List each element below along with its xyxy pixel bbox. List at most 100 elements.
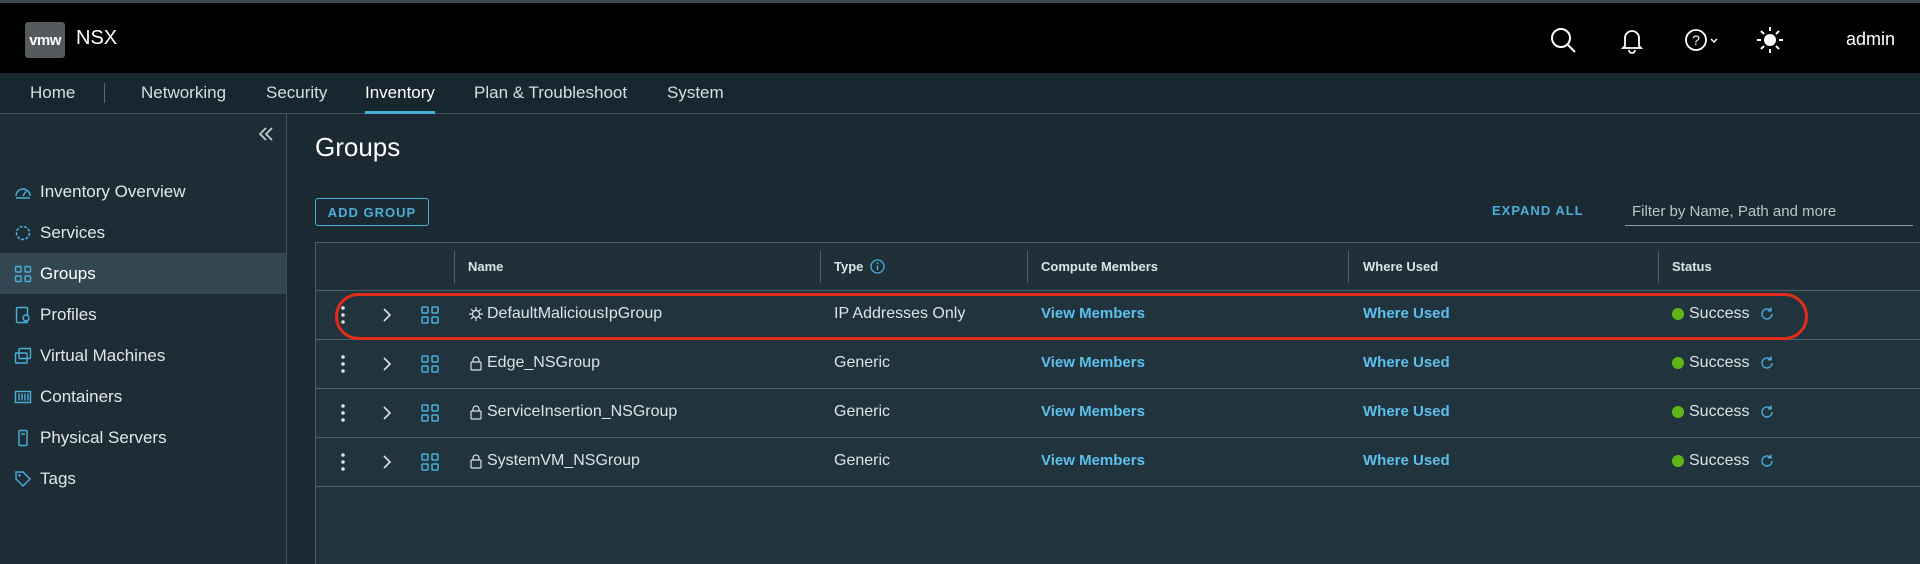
sidebar-item-physical-servers[interactable]: Physical Servers: [0, 417, 286, 458]
group-name-text: SystemVM_NSGroup: [487, 452, 640, 469]
lock-icon: [470, 356, 482, 371]
column-header-compute-members[interactable]: Compute Members: [1041, 259, 1158, 274]
nav-home[interactable]: Home: [30, 73, 75, 113]
services-icon: [14, 223, 34, 243]
containers-icon: [14, 387, 34, 407]
lock-icon: [470, 454, 482, 469]
top-bar: vmw NSX ? admin: [0, 0, 1920, 73]
row-actions-icon[interactable]: [340, 451, 346, 473]
nav-divider: [104, 83, 105, 103]
groups-table: Name Type Compute Members Where Used Sta…: [315, 242, 1920, 564]
column-header-type[interactable]: Type: [834, 259, 886, 274]
group-name: SystemVM_NSGroup: [468, 452, 640, 470]
tag-icon: [14, 469, 34, 489]
group-name-text: ServiceInsertion_NSGroup: [487, 403, 678, 420]
column-separator: [820, 251, 821, 283]
where-used-link[interactable]: Where Used: [1363, 452, 1450, 469]
row-actions-icon[interactable]: [340, 402, 346, 424]
theme-sun-icon[interactable]: [1755, 25, 1785, 55]
view-members-link[interactable]: View Members: [1041, 354, 1145, 371]
collapse-sidebar-icon[interactable]: [256, 124, 276, 144]
malicious-icon: [469, 307, 483, 321]
add-group-button[interactable]: ADD GROUP: [315, 198, 429, 226]
group-type: IP Addresses Only: [834, 305, 966, 322]
sidebar-item-inventory-overview[interactable]: Inventory Overview: [0, 171, 286, 212]
search-icon[interactable]: [1548, 25, 1578, 55]
nav-networking[interactable]: Networking: [141, 73, 226, 113]
row-actions-icon[interactable]: [340, 353, 346, 375]
profiles-icon: [14, 305, 34, 325]
success-status-icon: [1672, 308, 1684, 320]
sidebar-item-label: Inventory Overview: [40, 181, 186, 201]
vmware-logo[interactable]: vmw: [25, 22, 65, 58]
table-row[interactable]: SystemVM_NSGroup Generic View Members Wh…: [316, 438, 1920, 487]
view-members-link[interactable]: View Members: [1041, 452, 1145, 469]
view-members-link[interactable]: View Members: [1041, 305, 1145, 322]
group-type-icon: [421, 306, 439, 324]
status-text: Success: [1689, 452, 1750, 469]
info-icon[interactable]: [870, 259, 886, 274]
sidebar-item-label: Services: [40, 222, 106, 242]
status-text: Success: [1689, 403, 1750, 420]
nav-system[interactable]: System: [667, 73, 724, 113]
table-row[interactable]: DefaultMaliciousIpGroup IP Addresses Onl…: [316, 291, 1920, 340]
status-badge: Success: [1672, 452, 1775, 470]
table-row[interactable]: Edge_NSGroup Generic View Members Where …: [316, 340, 1920, 389]
table-row[interactable]: ServiceInsertion_NSGroup Generic View Me…: [316, 389, 1920, 438]
refresh-icon[interactable]: [1759, 355, 1775, 371]
sidebar-item-label: Profiles: [40, 304, 97, 324]
nav-inventory[interactable]: Inventory: [365, 73, 435, 114]
expand-all-button[interactable]: EXPAND ALL: [1492, 203, 1584, 218]
user-menu[interactable]: admin: [1846, 29, 1895, 50]
success-status-icon: [1672, 455, 1684, 467]
group-type-icon: [421, 453, 439, 471]
column-header-where-used[interactable]: Where Used: [1363, 259, 1438, 274]
nav-plan-troubleshoot[interactable]: Plan & Troubleshoot: [474, 73, 627, 113]
page-title: Groups: [315, 132, 401, 162]
expand-row-chevron-icon[interactable]: [380, 356, 394, 372]
sidebar-item-groups[interactable]: Groups: [0, 253, 286, 294]
dashboard-icon: [14, 182, 34, 202]
column-label: Compute Members: [1041, 259, 1159, 274]
expand-row-chevron-icon[interactable]: [380, 405, 394, 421]
bell-icon[interactable]: [1617, 25, 1647, 55]
group-name: ServiceInsertion_NSGroup: [468, 403, 677, 421]
group-type: Generic: [834, 452, 891, 469]
where-used-link[interactable]: Where Used: [1363, 354, 1450, 371]
sidebar-item-tags[interactable]: Tags: [0, 458, 286, 499]
refresh-icon[interactable]: [1759, 453, 1775, 469]
column-label: Type: [834, 259, 864, 274]
success-status-icon: [1672, 357, 1684, 369]
expand-row-chevron-icon[interactable]: [380, 307, 394, 323]
group-name-text: DefaultMaliciousIpGroup: [487, 305, 663, 322]
sidebar-item-label: Groups: [40, 263, 96, 283]
column-label: Name: [468, 259, 504, 274]
status-badge: Success: [1672, 354, 1775, 372]
expand-row-chevron-icon[interactable]: [380, 454, 394, 470]
group-type-icon: [421, 404, 439, 422]
filter-input[interactable]: [1625, 198, 1913, 226]
sidebar-item-containers[interactable]: Containers: [0, 376, 286, 417]
sidebar: Inventory Overview Services Groups Profi…: [0, 114, 287, 564]
sidebar-item-label: Virtual Machines: [40, 345, 166, 365]
column-header-status[interactable]: Status: [1672, 259, 1712, 274]
group-name: Edge_NSGroup: [468, 354, 600, 372]
nav-security[interactable]: Security: [266, 73, 327, 113]
app-name[interactable]: NSX: [76, 27, 117, 50]
help-icon[interactable]: ?: [1683, 25, 1727, 55]
sidebar-item-virtual-machines[interactable]: Virtual Machines: [0, 335, 286, 376]
table-header: Name Type Compute Members Where Used Sta…: [316, 243, 1920, 291]
sidebar-item-profiles[interactable]: Profiles: [0, 294, 286, 335]
row-actions-icon[interactable]: [340, 304, 346, 326]
success-status-icon: [1672, 406, 1684, 418]
vm-icon: [14, 346, 34, 366]
where-used-link[interactable]: Where Used: [1363, 305, 1450, 322]
sidebar-item-services[interactable]: Services: [0, 212, 286, 253]
view-members-link[interactable]: View Members: [1041, 403, 1145, 420]
status-text: Success: [1689, 354, 1750, 371]
where-used-link[interactable]: Where Used: [1363, 403, 1450, 420]
refresh-icon[interactable]: [1759, 404, 1775, 420]
column-separator: [454, 251, 455, 283]
column-header-name[interactable]: Name: [468, 259, 503, 274]
refresh-icon[interactable]: [1759, 306, 1775, 322]
